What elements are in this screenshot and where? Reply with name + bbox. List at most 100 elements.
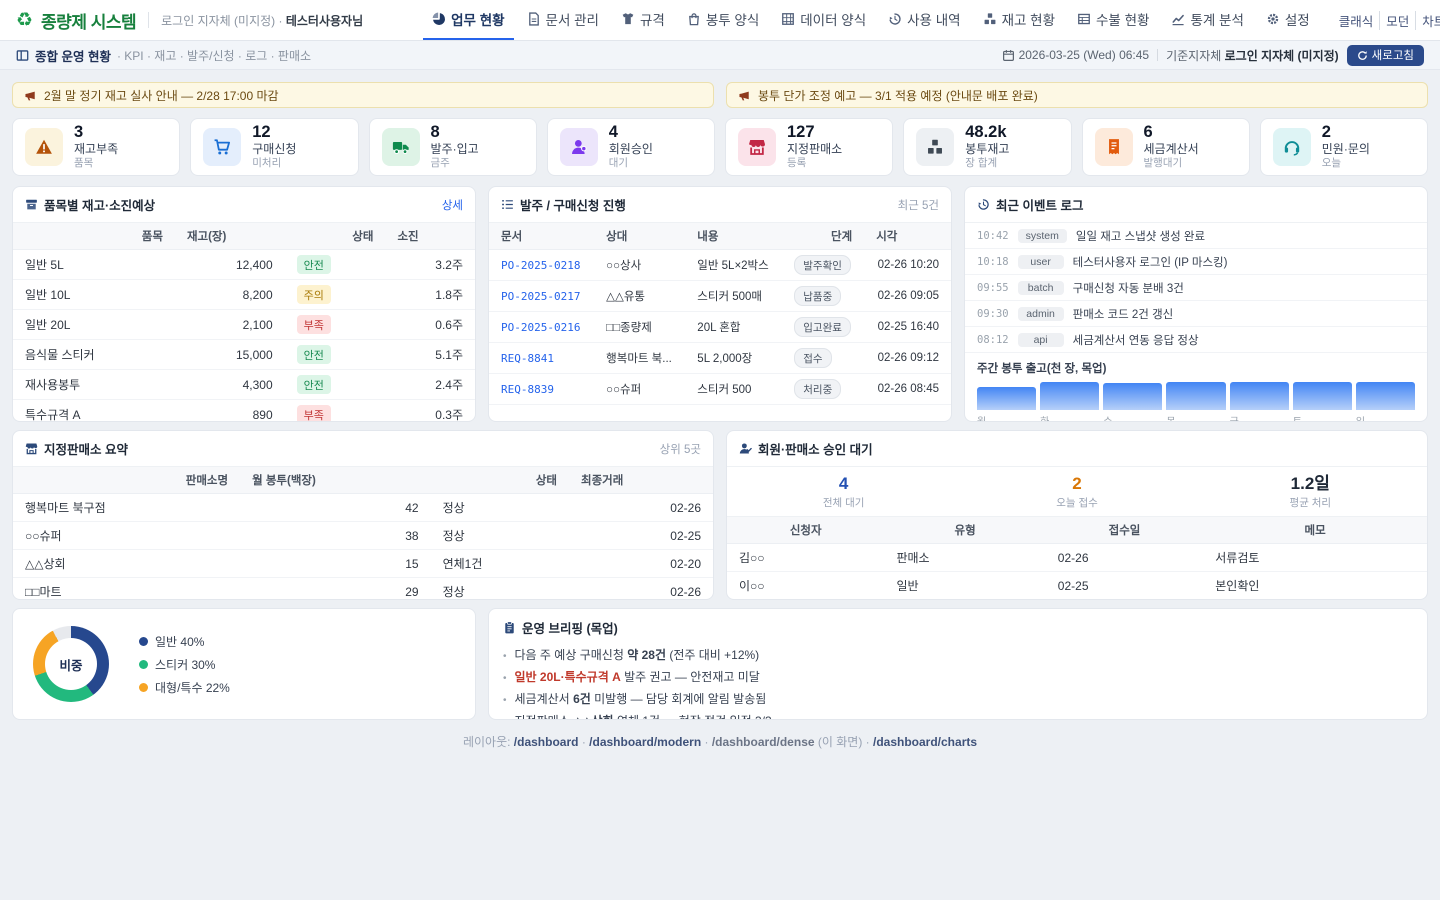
briefing-text: 지정판매소 △△상회 연체 1건 — 현장 점검 일정 3/3: [515, 712, 772, 721]
kpi-sublabel: 금주: [431, 157, 479, 170]
seller-status: 연체1건: [443, 557, 483, 571]
nav-item[interactable]: 재고 현황: [974, 0, 1064, 40]
jurisdiction-value: 로그인 지자체 (미지정): [1225, 49, 1339, 63]
document-link[interactable]: PO-2025-0217: [501, 290, 580, 303]
nav-item-label: 문서 관리: [546, 9, 599, 29]
nav-item[interactable]: 통계 분석: [1162, 0, 1252, 40]
jurisdiction-display: 기준지자체 로그인 지자체 (미지정): [1166, 47, 1339, 64]
top-navbar: ♻ 종량제 시스템 로그인 지자체 (미지정) · 테스터사용자님 업무 현황 …: [0, 0, 1440, 41]
nav-item-icon: [1266, 12, 1280, 26]
refresh-button[interactable]: 새로고침: [1347, 45, 1424, 66]
nav-item[interactable]: 데이터 양식: [772, 0, 875, 40]
cell-partner: ○○슈퍼: [594, 374, 685, 405]
nav-item[interactable]: 수불 현황: [1068, 0, 1158, 40]
cell-monthly-bags: 42: [240, 494, 430, 522]
kpi-card: 12 구매신청 미처리: [190, 118, 358, 176]
kpi-value: 6: [1144, 123, 1199, 142]
log-time: 10:42: [977, 230, 1009, 242]
clipboard-icon: [503, 621, 516, 634]
kpi-label: 회원승인: [609, 142, 653, 157]
sellers-table: 판매소명월 봉투(백장)상태최종거래 행복마트 북구점 42 정상 02-26 …: [13, 467, 713, 600]
cell-description: 스티커 500매: [685, 281, 782, 312]
bullet: •: [503, 651, 507, 662]
log-panel-title: 최근 이벤트 로그: [996, 195, 1083, 214]
login-info: 로그인 지자체 (미지정) · 테스터사용자님: [161, 12, 363, 29]
text-segment: △△상회: [573, 714, 614, 721]
cell-stock-qty: 890: [175, 400, 285, 423]
nav-item[interactable]: 문서 관리: [518, 0, 608, 40]
column-header: 메모: [1203, 517, 1427, 544]
share-panel: 비중 일반 40% 스티커 30%: [12, 608, 476, 720]
nav-item[interactable]: 봉투 양식: [678, 0, 768, 40]
table-row: REQ-8839 ○○슈퍼 스티커 500 처리중 02-26 08:45: [489, 374, 951, 405]
stock-panel: 품목별 재고·소진예상 상세 품목재고(장)상태소진 일반 5L 12,400 …: [12, 186, 476, 422]
footer-link[interactable]: /dashboard/modern: [589, 735, 701, 749]
kpi-label: 민원·문의: [1322, 142, 1370, 157]
footer-link[interactable]: /dashboard: [514, 735, 579, 749]
nav-item-label: 데이터 양식: [800, 9, 866, 29]
column-header: 재고(장): [175, 223, 285, 250]
cell-description: 20L 혼합: [685, 312, 782, 343]
nav-item[interactable]: 업무 현황: [423, 0, 513, 40]
legend-item: 일반 40%: [139, 633, 230, 650]
sellers-panel-header: 지정판매소 요약 상위 5곳: [13, 431, 713, 467]
cell-description: 5L 2,000장: [685, 343, 782, 374]
nav-item[interactable]: 사용 내역: [879, 0, 969, 40]
dashboard-layout-icon: [16, 49, 29, 62]
log-row: 09:55 batch 구매신청 자동 분배 3건: [965, 275, 1427, 301]
column-header: 최종거래: [569, 467, 713, 494]
refresh-label: 새로고침: [1372, 47, 1414, 63]
refresh-icon: [1357, 50, 1368, 61]
layout-link[interactable]: 차트: [1415, 11, 1440, 30]
table-row: □□마트 29 정상 02-26: [13, 578, 713, 601]
cell-stock-qty: 8,200: [175, 280, 285, 310]
table-row: PO-2025-0217 △△유통 스티커 500매 납품중 02-26 09:…: [489, 281, 951, 312]
briefing-panel: 운영 브리핑 (목업) • 다음 주 예상 구매신청 약 28건 (전주 대비 …: [488, 608, 1428, 720]
sellers-panel: 지정판매소 요약 상위 5곳 판매소명월 봉투(백장)상태최종거래 행복마트 북…: [12, 430, 714, 600]
cell-applicant: 이○○: [727, 572, 884, 600]
document-link[interactable]: REQ-8839: [501, 383, 554, 396]
layout-link[interactable]: 모던: [1379, 11, 1415, 30]
cell-item-name: 일반 5L: [13, 250, 175, 280]
text-segment: 일반 20L·특수규격 A: [515, 670, 621, 684]
stock-detail-link[interactable]: 상세: [442, 197, 463, 213]
footer-link[interactable]: /dashboard/charts: [873, 735, 977, 749]
bar-column: 화: [1040, 382, 1099, 422]
kpi-icon-box: [916, 128, 954, 166]
announcement-banners: 2월 말 정기 재고 실사 안내 — 2/28 17:00 마감 봉투 단가 조…: [12, 82, 1428, 108]
kpi-value: 48.2k: [965, 123, 1009, 142]
kpi-text: 127 지정판매소 등록: [787, 123, 842, 170]
kpi-card: 127 지정판매소 등록: [725, 118, 893, 176]
kpi-text: 6 세금계산서 발행대기: [1144, 123, 1199, 170]
bar-label: 금: [1230, 413, 1289, 422]
approval-panel-header: 회원·판매소 승인 대기: [727, 431, 1427, 467]
cell-time: 02-26 10:20: [864, 250, 951, 281]
legend-dot: [139, 683, 148, 692]
text-segment: 발주 권고 — 안전재고 미달: [621, 670, 760, 684]
document-link[interactable]: REQ-8841: [501, 352, 554, 365]
status-badge: 안전: [297, 345, 331, 364]
document-link[interactable]: PO-2025-0218: [501, 259, 580, 272]
kpi-value: 2: [1322, 123, 1370, 142]
text-segment: ·: [862, 735, 873, 749]
text-segment: 연체 1건 — 현장 점검 일정 3/3: [614, 714, 772, 721]
sellers-top-note: 상위 5곳: [660, 441, 701, 457]
approval-stats: 4 전체 대기 2 오늘 접수 1.2일 평균 처리: [727, 467, 1427, 517]
orders-recent-note: 최근 5건: [898, 197, 939, 213]
nav-item[interactable]: 규격: [612, 0, 674, 40]
nav-item-icon: [687, 12, 701, 26]
document-link[interactable]: PO-2025-0216: [501, 321, 580, 334]
kpi-icon: [1283, 138, 1301, 156]
layout-link[interactable]: 클래식: [1333, 11, 1380, 30]
breadcrumb: · KPI · 재고 · 발주/신청 · 로그 · 판매소: [117, 47, 311, 64]
log-tag: system: [1018, 229, 1067, 243]
nav-item[interactable]: 설정: [1257, 0, 1319, 40]
column-header: 월 봉투(백장): [240, 467, 430, 494]
page-title: 종합 운영 현황: [35, 46, 111, 65]
login-user-name: 테스터사용자님: [286, 14, 363, 28]
cell-last-trade: 02-20: [569, 550, 713, 578]
megaphone-icon: [24, 89, 37, 102]
bullet: •: [503, 717, 507, 721]
nav-item-icon: [888, 12, 902, 26]
donut-wrap: 비중 일반 40% 스티커 30%: [13, 609, 475, 719]
